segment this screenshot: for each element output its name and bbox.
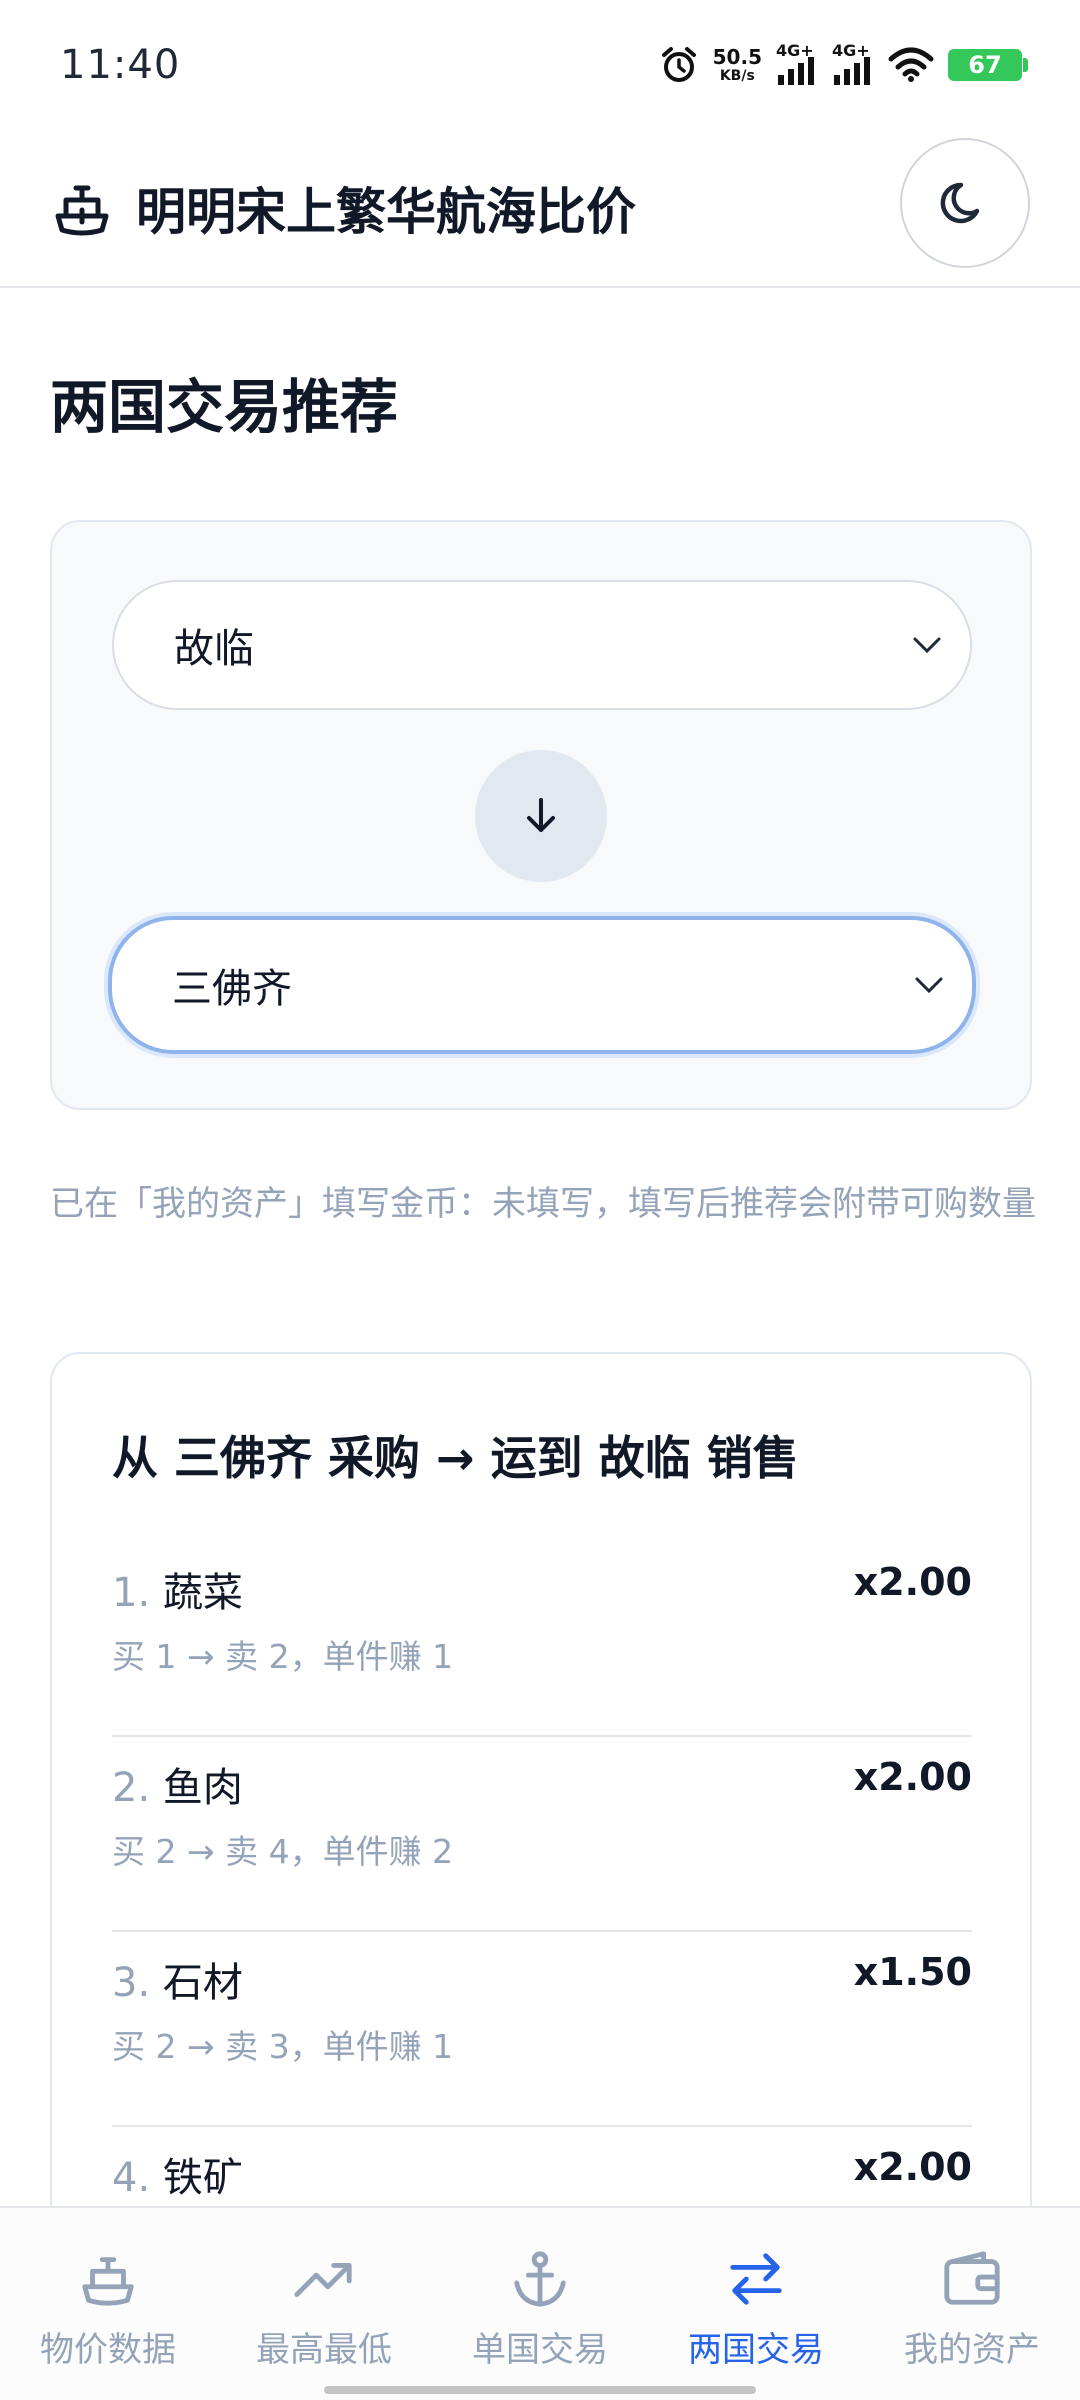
recommendation-title: 从 三佛齐 采购 → 运到 故临 销售 <box>112 1431 799 1485</box>
item-index: 4. <box>112 2155 151 2201</box>
nav-label: 物价数据 <box>40 2330 176 2370</box>
status-bar: 11:40 50.5 KB/s 4G+ 4G+ 67 <box>0 0 1080 130</box>
ship-icon <box>82 2257 134 2306</box>
home-indicator[interactable] <box>324 2386 756 2394</box>
from-country-value: 故临 <box>174 626 254 672</box>
page-title: 两国交易推荐 <box>50 373 399 441</box>
route-selector-card: 故临 三佛齐 <box>50 520 1032 1110</box>
item-multiplier: x2.00 <box>853 1560 972 1604</box>
chevron-down-icon <box>915 977 943 994</box>
ship-icon <box>55 185 109 236</box>
wallet-icon <box>944 2251 1000 2305</box>
item-index: 1. <box>112 1570 151 1616</box>
item-multiplier: x2.00 <box>853 2145 972 2189</box>
wifi-icon <box>888 47 934 82</box>
bottom-navigation: 物价数据 最高最低 单国交易 两国交易 我的资产 <box>0 2206 1080 2400</box>
status-time: 11:40 <box>60 42 181 88</box>
trending-up-icon <box>294 2263 352 2297</box>
list-item[interactable]: 1. 蔬菜 x2.00 买 1 → 卖 2，单件赚 1 <box>112 1542 972 1737</box>
nav-item-high-low[interactable]: 最高最低 <box>216 2208 432 2400</box>
nav-label: 单国交易 <box>472 2330 608 2370</box>
moon-icon <box>940 182 980 224</box>
from-country-select[interactable]: 故临 <box>112 580 972 710</box>
item-name: 石材 <box>162 1960 243 2006</box>
item-multiplier: x1.50 <box>853 1950 972 1994</box>
recommendation-list: 1. 蔬菜 x2.00 买 1 → 卖 2，单件赚 1 2. 鱼肉 x2.00 … <box>112 1542 972 2322</box>
app-header: 明明宋上繁华航海比价 <box>0 130 1080 288</box>
item-name: 铁矿 <box>162 2155 243 2201</box>
nav-item-price-data[interactable]: 物价数据 <box>0 2208 216 2400</box>
nav-item-two-country[interactable]: 两国交易 <box>648 2208 864 2400</box>
item-detail: 买 2 → 卖 4，单件赚 2 <box>112 1832 454 1871</box>
gold-hint-text: 已在「我的资产」填写金币：未填写，填写后推荐会附带可购数量 <box>50 1184 1036 1224</box>
nav-label: 两国交易 <box>688 2330 824 2370</box>
item-index: 3. <box>112 1960 151 2006</box>
chevron-down-icon <box>913 637 941 654</box>
signal-icon-1: 4G+ <box>776 41 818 85</box>
arrow-down-icon <box>527 798 555 832</box>
nav-item-my-assets[interactable]: 我的资产 <box>864 2208 1080 2400</box>
anchor-icon <box>514 2251 566 2307</box>
signal-icon-2: 4G+ <box>832 41 874 85</box>
list-item[interactable]: 3. 石材 x1.50 买 2 → 卖 3，单件赚 1 <box>112 1932 972 2127</box>
swap-direction-button[interactable] <box>475 750 607 882</box>
battery-indicator: 67 <box>948 49 1028 81</box>
network-speed: 50.5 KB/s <box>712 45 762 84</box>
item-detail: 买 2 → 卖 3，单件赚 1 <box>112 2027 454 2066</box>
app-title: 明明宋上繁华航海比价 <box>136 183 636 241</box>
item-name: 鱼肉 <box>162 1765 243 1811</box>
status-icons: 50.5 KB/s 4G+ 4G+ 67 <box>659 41 1028 85</box>
item-multiplier: x2.00 <box>853 1755 972 1799</box>
nav-label: 我的资产 <box>904 2330 1040 2370</box>
nav-label: 最高最低 <box>256 2330 392 2370</box>
item-index: 2. <box>112 1765 151 1811</box>
nav-item-single-country[interactable]: 单国交易 <box>432 2208 648 2400</box>
to-country-value: 三佛齐 <box>172 966 292 1012</box>
item-detail: 买 1 → 卖 2，单件赚 1 <box>112 1637 454 1676</box>
theme-toggle-button[interactable] <box>900 138 1030 268</box>
to-country-select[interactable]: 三佛齐 <box>108 916 976 1054</box>
list-item[interactable]: 2. 鱼肉 x2.00 买 2 → 卖 4，单件赚 2 <box>112 1737 972 1932</box>
swap-arrows-icon <box>730 2253 782 2305</box>
alarm-icon <box>661 47 696 82</box>
item-name: 蔬菜 <box>162 1570 243 1616</box>
